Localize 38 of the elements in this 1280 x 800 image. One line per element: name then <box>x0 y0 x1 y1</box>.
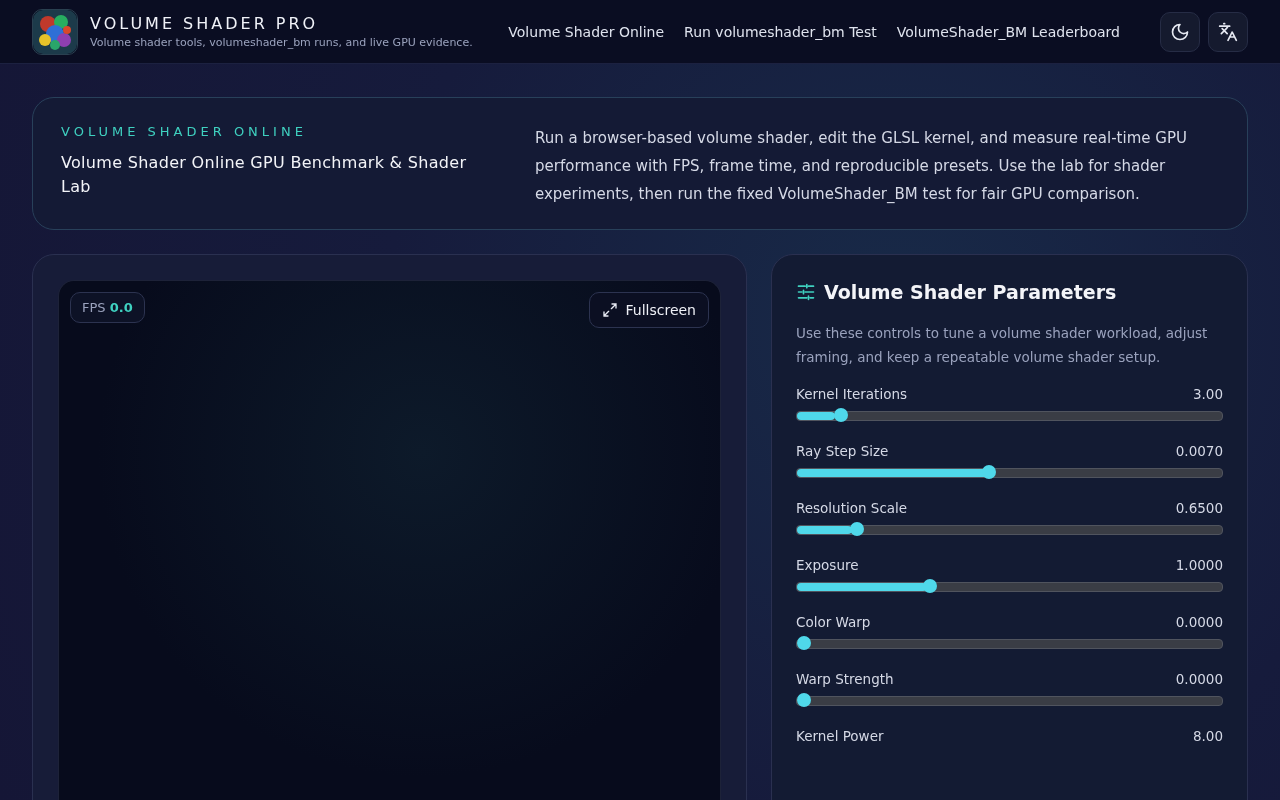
nav-link[interactable]: Run volumeshader_bm Test <box>684 23 877 40</box>
moon-icon <box>1170 21 1190 42</box>
site-title[interactable]: VOLUME SHADER PRO <box>90 14 473 33</box>
theme-toggle-button[interactable] <box>1160 11 1200 52</box>
slider-value: 0.6500 <box>1175 500 1223 516</box>
nav-link[interactable]: Volume Shader Online <box>508 23 665 40</box>
eyebrow-label: VOLUME SHADER ONLINE <box>61 124 308 139</box>
slider[interactable] <box>796 639 1223 649</box>
fullscreen-button[interactable]: Fullscreen <box>588 292 709 328</box>
slider-value: 0.0070 <box>1175 443 1223 459</box>
slider[interactable] <box>796 582 1223 592</box>
expand-icon <box>601 302 618 318</box>
slider-label: Warp Strength <box>796 671 894 687</box>
slider-value: 3.00 <box>1192 386 1223 402</box>
language-button[interactable] <box>1208 11 1248 52</box>
slider-label: Exposure <box>796 557 859 573</box>
panel-title: Volume Shader Parameters <box>824 281 1117 303</box>
slider-label: Resolution Scale <box>796 500 908 516</box>
slider-label: Kernel Power <box>796 728 884 744</box>
slider-label: Ray Step Size <box>796 443 889 459</box>
slider[interactable] <box>796 411 1223 421</box>
nav-link[interactable]: VolumeShader_BM Leaderboard <box>896 23 1120 40</box>
fps-counter: FPS 0.0 <box>70 292 145 323</box>
intro-text: Run a browser-based volume shader, edit the GLSL kernel, and measure real-time GPU performance with FPS, frame time, and reproducible presets. Use the lab for shader experiments, then run the fixed VolumeShader_BM test for fair GPU comparison. <box>535 128 1188 203</box>
page-heading: Volume Shader Online GPU Benchmark & Shader Lab <box>61 152 468 198</box>
slider[interactable] <box>796 525 1223 535</box>
slider-value: 1.0000 <box>1175 557 1223 573</box>
slider-label: Color Warp <box>796 614 871 630</box>
slider-value: 8.00 <box>1192 728 1223 744</box>
slider-label: Kernel Iterations <box>796 386 907 402</box>
slider[interactable] <box>796 468 1223 478</box>
sliders-icon <box>796 282 816 302</box>
site-tagline: Volume shader tools, volumeshader_bm runs, and live GPU evidence. <box>90 36 473 49</box>
slider[interactable] <box>796 696 1223 706</box>
slider-value: 0.0000 <box>1175 671 1223 687</box>
translate-icon <box>1218 21 1238 42</box>
panel-description: Use these controls to tune a volume shader workload, adjust framing, and keep a repeatable volume shader setup. <box>796 324 1209 367</box>
slider-value: 0.0000 <box>1175 614 1223 630</box>
